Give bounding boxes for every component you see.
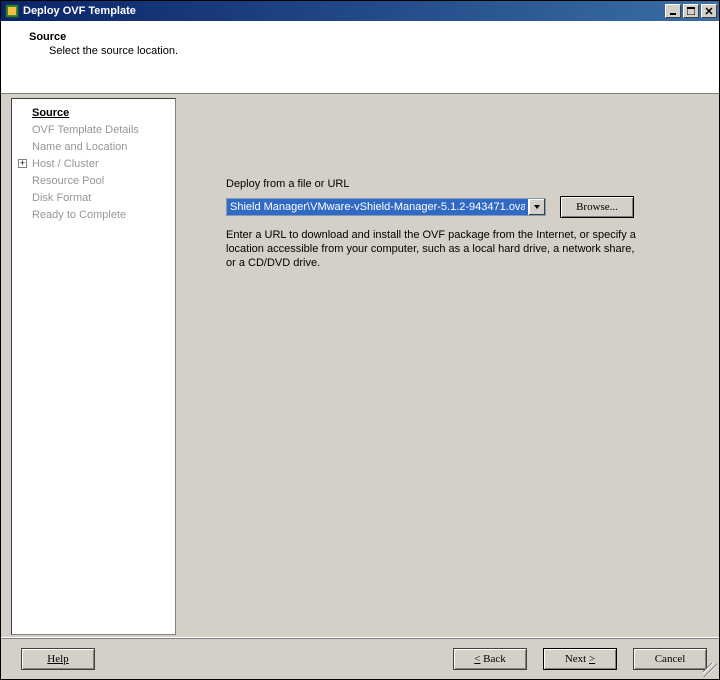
window-title: Deploy OVF Template [23, 5, 663, 17]
browse-button[interactable]: Browse... [560, 196, 634, 218]
wizard-body: Source OVF Template Details Name and Loc… [1, 94, 719, 637]
close-button[interactable] [701, 4, 717, 18]
step-ovf-details[interactable]: OVF Template Details [18, 122, 169, 139]
step-label: Host / Cluster [32, 158, 99, 170]
deploy-ovf-window: Deploy OVF Template Source Select the so… [0, 0, 720, 680]
source-field-label: Deploy from a file or URL [226, 178, 703, 190]
step-resource-pool[interactable]: Resource Pool [18, 173, 169, 190]
step-name-location[interactable]: Name and Location [18, 139, 169, 156]
source-input-row: Browse... [226, 196, 703, 218]
titlebar: Deploy OVF Template [1, 1, 719, 21]
wizard-header: Source Select the source location. [1, 21, 719, 94]
step-disk-format[interactable]: Disk Format [18, 190, 169, 207]
resize-grip-icon[interactable] [703, 663, 717, 677]
step-ready-complete[interactable]: Ready to Complete [18, 207, 169, 224]
step-label: Source [32, 107, 69, 119]
window-controls [663, 4, 717, 18]
page-title: Source [29, 31, 703, 43]
app-icon [5, 4, 19, 18]
step-label: OVF Template Details [32, 124, 139, 136]
step-label: Resource Pool [32, 175, 104, 187]
wizard-content: Deploy from a file or URL Browse... Ente… [176, 98, 717, 635]
back-button[interactable]: < Back [453, 648, 527, 670]
next-button[interactable]: Next > [543, 648, 617, 670]
combo-dropdown-button[interactable] [528, 199, 545, 215]
source-path-combo[interactable] [226, 198, 546, 216]
step-label: Name and Location [32, 141, 127, 153]
step-source[interactable]: Source [18, 105, 169, 122]
wizard-footer: Help < Back Next > Cancel [1, 637, 719, 679]
help-button[interactable]: Help [21, 648, 95, 670]
minimize-button[interactable] [665, 4, 681, 18]
cancel-button[interactable]: Cancel [633, 648, 707, 670]
plus-icon[interactable]: + [18, 159, 27, 168]
step-host-cluster[interactable]: + Host / Cluster [18, 156, 169, 173]
source-help-text: Enter a URL to download and install the … [226, 228, 646, 270]
source-path-input[interactable] [227, 199, 528, 215]
step-label: Ready to Complete [32, 209, 126, 221]
wizard-steps-sidebar: Source OVF Template Details Name and Loc… [11, 98, 176, 635]
page-description: Select the source location. [29, 45, 703, 57]
maximize-button[interactable] [683, 4, 699, 18]
step-label: Disk Format [32, 192, 91, 204]
